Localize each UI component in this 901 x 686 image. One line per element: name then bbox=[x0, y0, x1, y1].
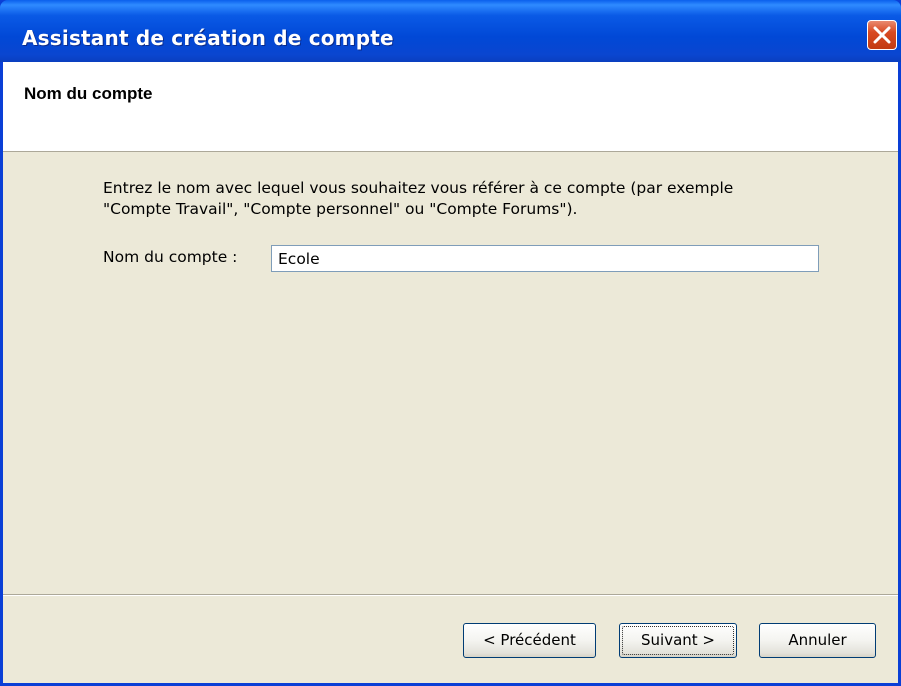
cancel-button[interactable]: Annuler bbox=[759, 623, 876, 658]
account-name-label: Nom du compte : bbox=[103, 248, 238, 266]
instructions-text: Entrez le nom avec lequel vous souhaitez… bbox=[103, 179, 734, 218]
back-button[interactable]: < Précédent bbox=[463, 623, 596, 658]
footer-divider-highlight bbox=[3, 595, 898, 596]
wizard-header: Nom du compte bbox=[3, 62, 898, 152]
window-title: Assistant de création de compte bbox=[22, 26, 394, 50]
close-icon bbox=[873, 26, 891, 44]
page-title: Nom du compte bbox=[24, 84, 153, 103]
wizard-window: Assistant de création de compte Nom du c… bbox=[0, 0, 901, 686]
dialog-body: Nom du compte Entrez le nom avec lequel … bbox=[3, 62, 898, 683]
next-button[interactable]: Suivant > bbox=[619, 623, 737, 658]
title-bar[interactable]: Assistant de création de compte bbox=[0, 0, 901, 62]
close-button[interactable] bbox=[867, 20, 897, 50]
account-name-input[interactable] bbox=[271, 245, 819, 272]
